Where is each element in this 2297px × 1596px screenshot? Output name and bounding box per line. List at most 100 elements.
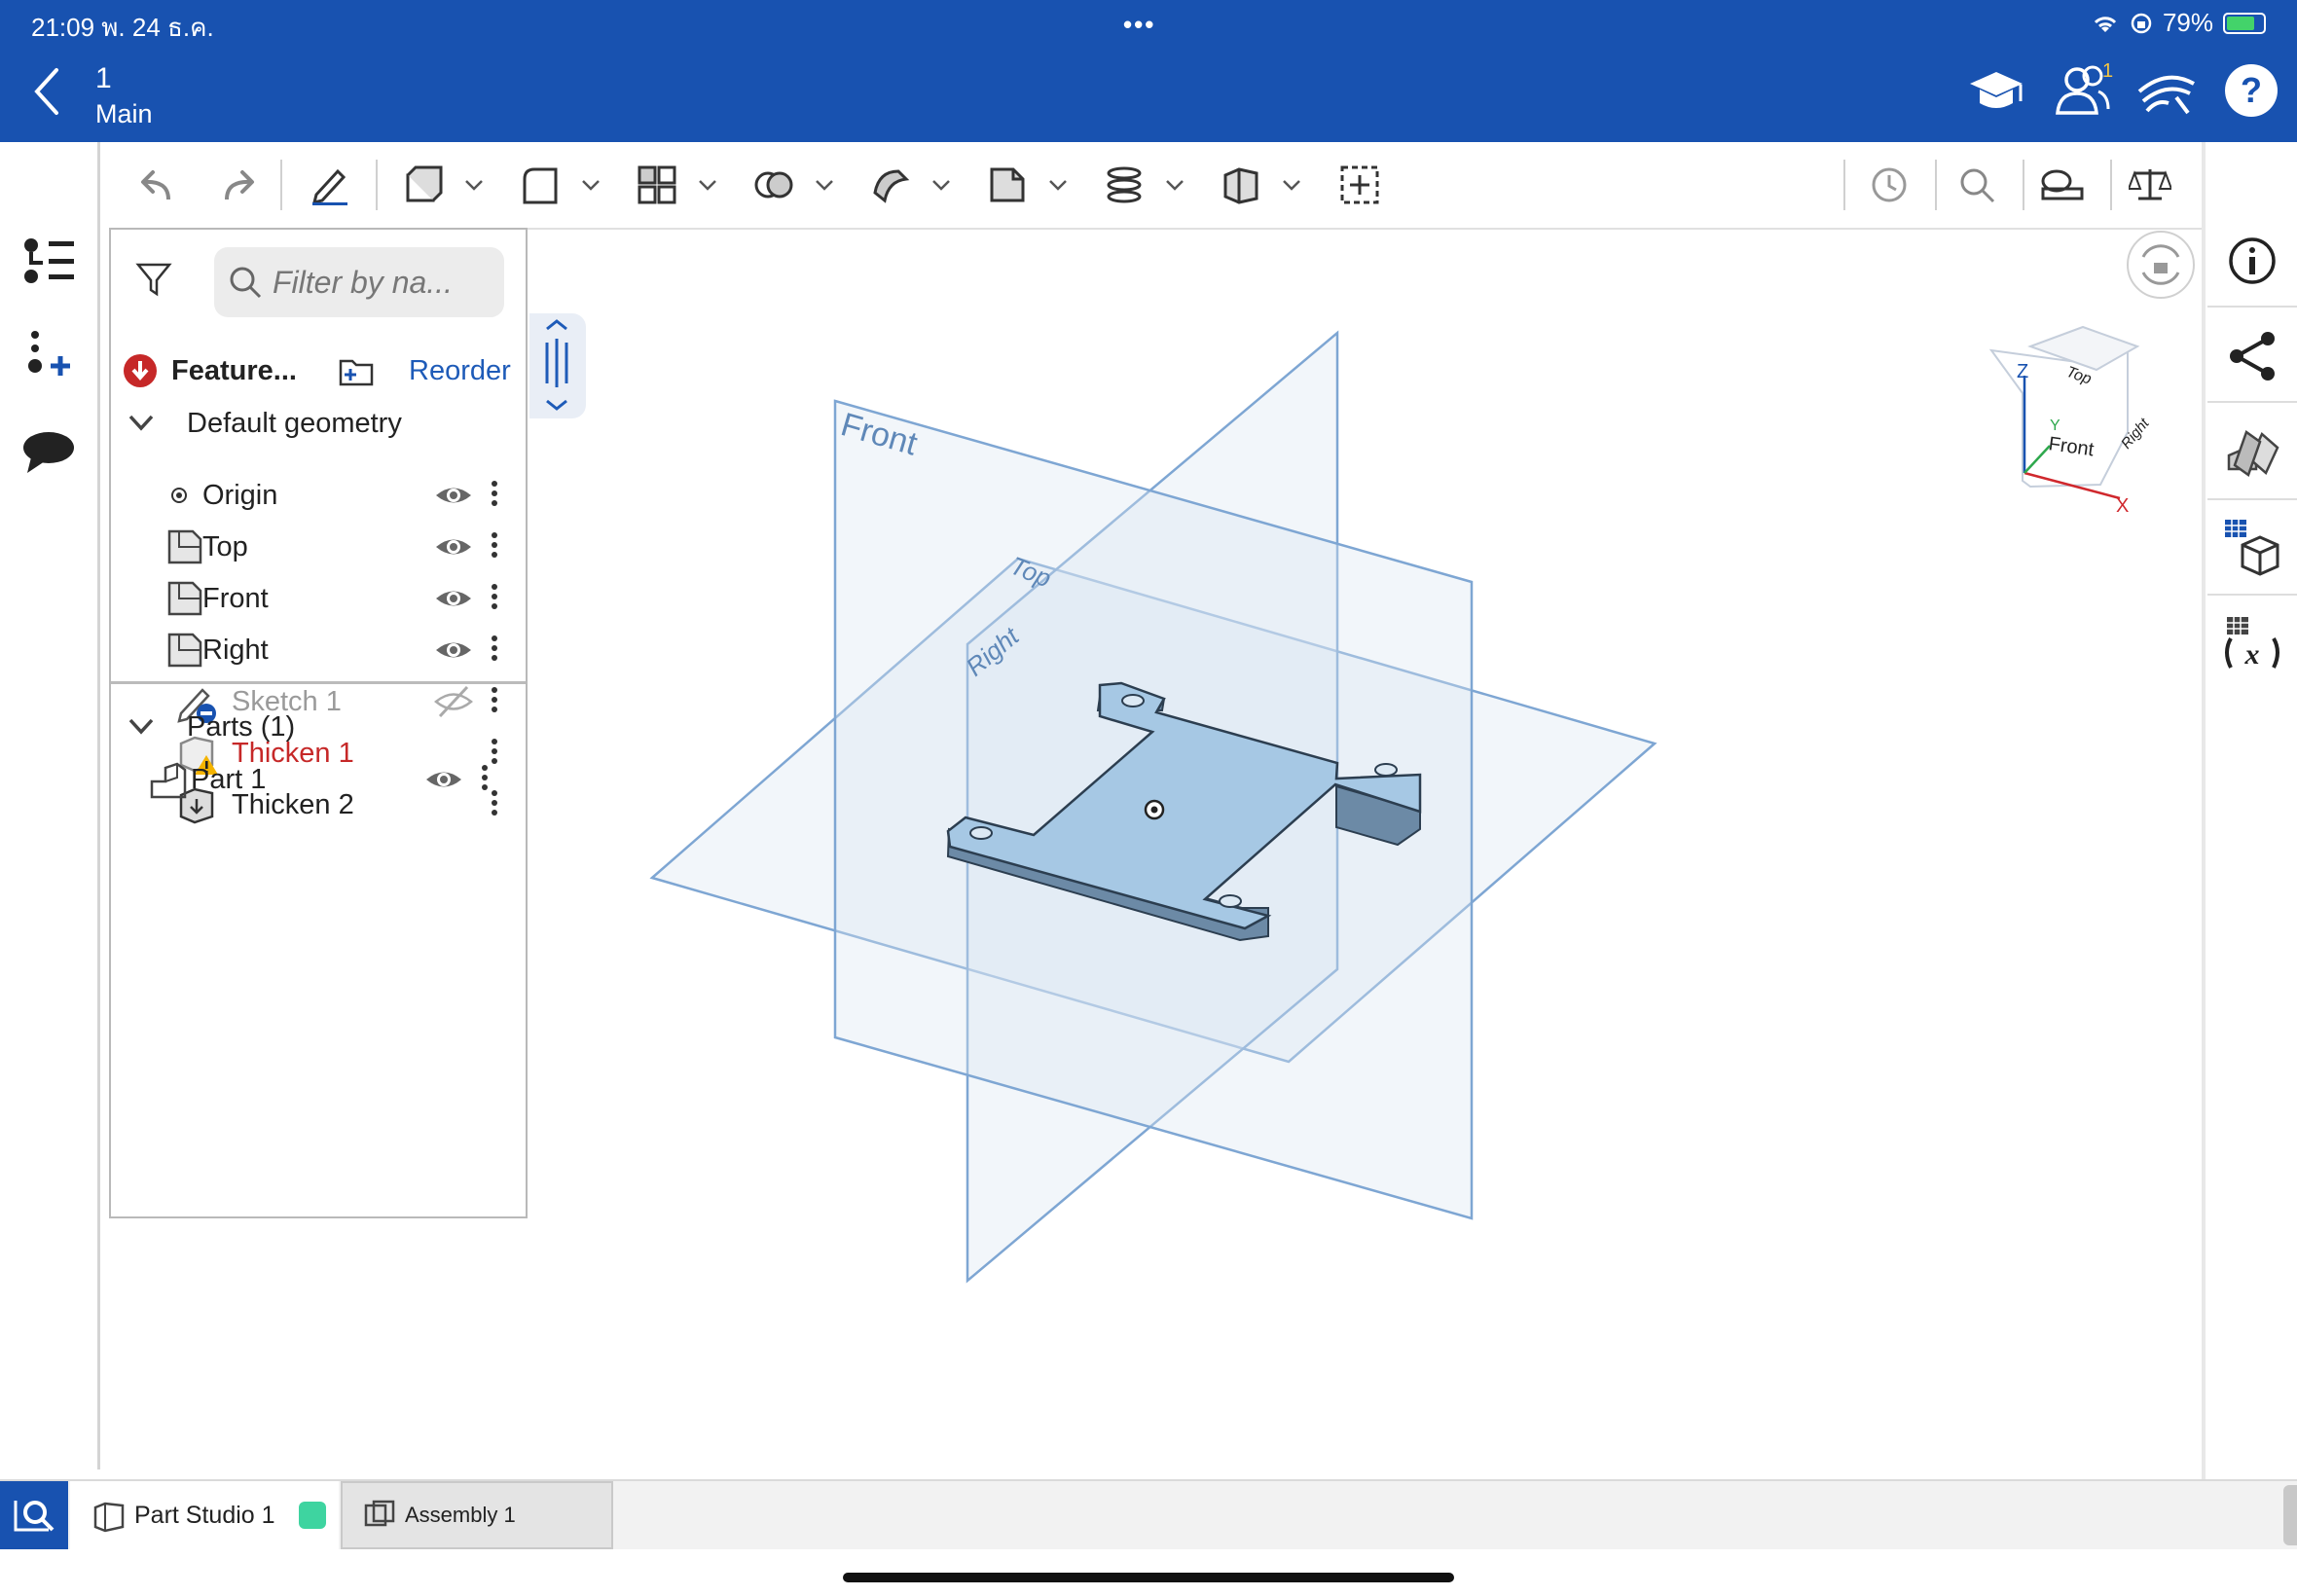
app-header: 21:09 พ. 24 ธ.ค. ••• 79% 1 Main 1 ? [0,0,2297,142]
chevron-down-icon[interactable] [578,167,603,202]
eye-icon[interactable] [434,530,473,563]
chevron-down-icon[interactable] [812,167,837,202]
battery-percent: 79% [2162,8,2213,37]
sketch-icon[interactable] [306,158,354,212]
add-folder-icon[interactable] [337,351,376,390]
filter-search-box[interactable] [214,247,504,317]
measure-icon[interactable] [2038,158,2087,212]
part-icon [150,762,187,799]
back-icon[interactable] [25,64,68,119]
origin-icon [171,488,187,503]
chevron-down-icon[interactable] [1279,167,1304,202]
filter-input[interactable] [273,257,496,308]
filter-icon[interactable] [134,259,173,298]
search-icon [230,267,262,299]
share-icon[interactable] [2221,325,2283,387]
tab-scroll-handle[interactable] [2283,1485,2297,1545]
multitasking-dots[interactable]: ••• [1123,10,1155,40]
chevron-down-icon[interactable] [127,714,156,740]
divider [111,681,526,684]
insert-icon[interactable] [1335,158,1384,212]
plane-icon[interactable] [983,158,1032,212]
rollback-bar-icon[interactable] [123,353,158,388]
toolbar-separator [376,160,378,210]
help-icon[interactable]: ? [2219,58,2283,123]
follow-mode-icon[interactable] [2133,58,2198,123]
view-lock-icon[interactable] [2127,231,2195,299]
eye-icon[interactable] [434,634,473,667]
part-icon[interactable] [1217,158,1265,212]
view-cube[interactable]: Top Front Right Z Y X [1988,325,2153,517]
info-icon[interactable] [2221,230,2283,292]
part-studio-icon [93,1502,125,1533]
mass-properties-icon[interactable] [2126,158,2174,212]
plane-icon [167,581,202,616]
chevron-down-icon[interactable] [1162,167,1187,202]
appearance-icon[interactable] [2221,420,2283,483]
divider [2207,498,2297,500]
axis-y-label: Y [2050,417,2060,434]
bom-icon[interactable] [2221,516,2283,578]
more-options-icon[interactable] [487,477,502,514]
search-icon[interactable] [1952,158,2001,212]
toolbar-separator [2023,160,2024,210]
eye-icon[interactable] [434,479,473,512]
notification-badge: 1 [2102,60,2114,82]
learning-center-icon[interactable] [1964,58,2028,123]
default-geometry-group[interactable]: Default geometry [111,389,526,457]
toolbar-separator [2110,160,2112,210]
extrude-icon[interactable] [399,158,448,212]
default-geometry-label: Default geometry [187,408,402,439]
origin-marker[interactable] [1144,799,1165,820]
divider [2207,594,2297,596]
battery-icon [2223,12,2266,34]
helix-icon[interactable] [1100,158,1148,212]
insert-node-icon[interactable] [19,327,78,385]
more-options-icon[interactable] [487,632,502,669]
more-options-icon[interactable] [487,528,502,565]
wifi-icon [2094,16,2117,32]
sweep-icon[interactable] [866,158,915,212]
chevron-down-icon[interactable] [1045,167,1071,202]
more-options-icon[interactable] [487,580,502,617]
tab-search-icon[interactable] [0,1481,68,1549]
document-number: 1 [95,62,112,94]
toolbar-separator [1843,160,1845,210]
chevron-down-icon[interactable] [461,167,487,202]
undo-icon[interactable] [130,158,179,212]
tab-label: Assembly 1 [405,1503,516,1527]
eye-icon[interactable] [434,582,473,615]
tab-assembly[interactable]: Assembly 1 [341,1481,613,1549]
plane-icon [167,529,202,564]
list-item-part[interactable]: Part 1 [111,745,526,814]
branch-name[interactable]: Main [95,99,153,129]
boolean-icon[interactable] [749,158,798,212]
fillet-icon[interactable] [516,158,565,212]
svg-text:?: ? [2241,70,2262,110]
status-indicators: 79% [2091,8,2266,38]
eye-icon[interactable] [424,763,463,796]
more-options-icon[interactable] [477,761,492,798]
home-indicator[interactable] [843,1573,1454,1582]
redo-icon[interactable] [216,158,265,212]
chevron-down-icon[interactable] [127,411,156,436]
right-rail-separator [2202,142,2206,1485]
3d-viewport[interactable]: Front Top Right Top Front Right Z Y X [531,230,2206,1466]
battery-level [2227,16,2254,30]
feature-list-panel: Feature... Reorder Default geometry Orig… [109,228,528,1218]
chevron-down-icon[interactable] [929,167,954,202]
plane-icon [167,633,202,668]
tab-part-studio[interactable]: Part Studio 1 [70,1481,339,1549]
tab-label: Part Studio 1 [134,1501,275,1529]
left-rail [0,142,100,1469]
feature-label: Part 1 [191,764,267,795]
pattern-icon[interactable] [633,158,681,212]
svg-text:x: x [2244,638,2260,671]
feature-list-icon[interactable] [19,234,78,292]
toolbar [113,146,2204,230]
chevron-down-icon[interactable] [695,167,720,202]
history-icon[interactable] [1865,158,1914,212]
comments-icon[interactable] [19,424,78,483]
toolbar-separator [280,160,282,210]
variables-icon[interactable]: x [2221,613,2283,675]
